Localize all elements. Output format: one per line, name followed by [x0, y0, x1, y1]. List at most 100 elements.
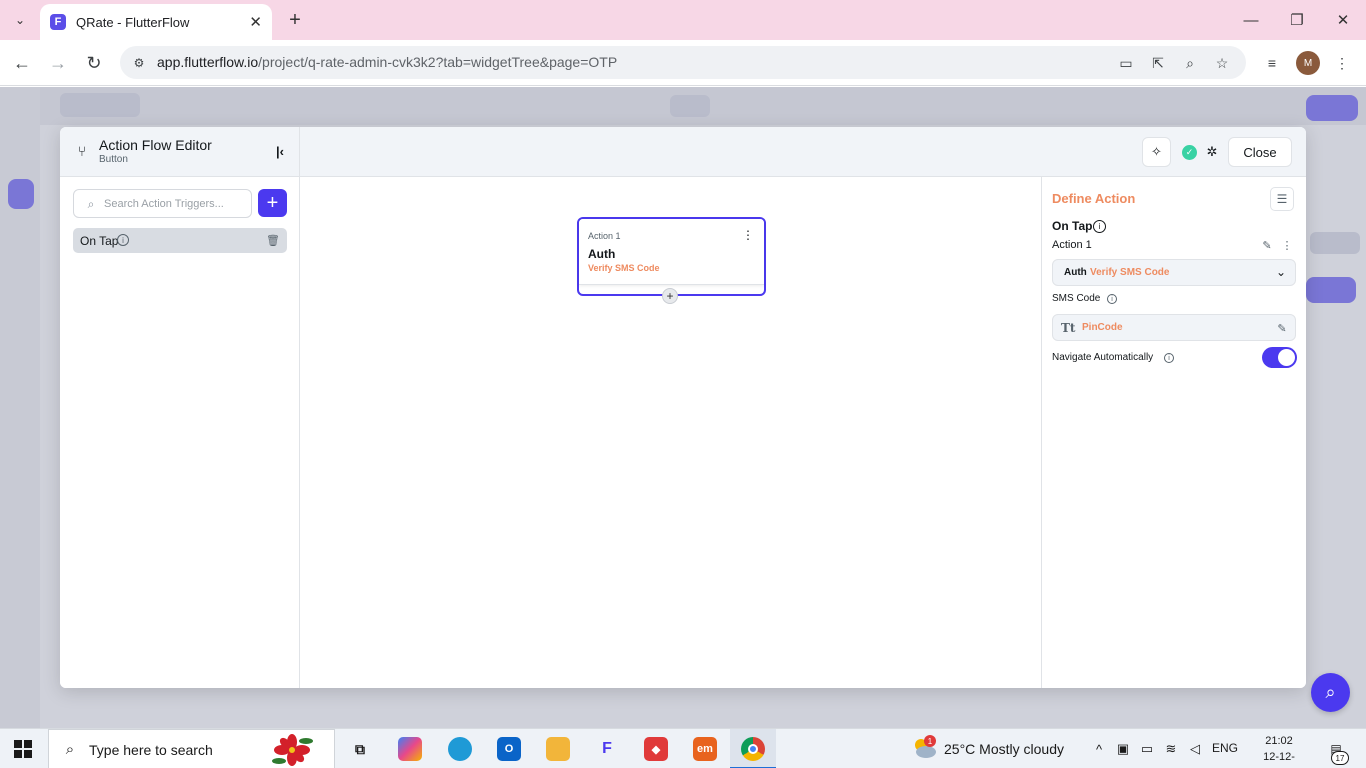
navigate-automatically-label: Navigate Automatically: [1052, 352, 1154, 363]
trash-icon[interactable]: 🗑: [266, 233, 280, 247]
dropdown-action-type: Auth: [1064, 267, 1087, 278]
browser-tab[interactable]: F QRate - FlutterFlow ✕: [40, 4, 272, 40]
file-explorer-icon[interactable]: [546, 737, 570, 761]
modal-header: ⑂ Action Flow Editor Button |‹ ✧ ✓ ✲ Clo…: [60, 127, 1306, 177]
app-ghost-block: [60, 93, 140, 117]
edge-browser-icon[interactable]: [448, 737, 472, 761]
show-hidden-icons-chevron-icon[interactable]: ^: [1090, 740, 1108, 758]
validation-check-icon[interactable]: ✓: [1182, 145, 1197, 160]
site-info-icon[interactable]: ⚙: [128, 52, 150, 74]
search-icon: ⌕: [87, 196, 95, 211]
chevron-down-icon: ⌄: [1275, 265, 1287, 279]
tab-search-chevron-icon[interactable]: ⌄: [8, 8, 32, 32]
battery-icon[interactable]: ▭: [1138, 740, 1156, 758]
chrome-icon[interactable]: [741, 737, 765, 761]
url-host: app.flutterflow.io: [157, 54, 259, 70]
outlook-icon[interactable]: O: [497, 737, 521, 761]
modal-title: Action Flow Editor: [99, 137, 212, 153]
app-ghost-button: [1306, 95, 1358, 121]
action-node[interactable]: Action 1 ⋮ Auth Verify SMS Code: [577, 217, 766, 296]
weather-alert-badge: 1: [924, 735, 936, 747]
anydesk-icon[interactable]: ◆: [644, 737, 668, 761]
trigger-item-on-tap[interactable]: On Tap i 🗑: [73, 228, 287, 253]
reload-icon[interactable]: ↻: [82, 51, 106, 75]
action-node-body: Action 1 ⋮ Auth Verify SMS Code: [579, 219, 764, 285]
task-view-icon[interactable]: ⧉: [348, 737, 372, 761]
navigate-automatically-toggle[interactable]: [1262, 347, 1297, 368]
action-flow-icon: ⑂: [77, 143, 87, 159]
debug-bug-icon[interactable]: ✲: [1203, 143, 1221, 161]
info-icon[interactable]: i: [117, 234, 129, 246]
trigger-label: On Tap: [80, 234, 119, 248]
trigger-heading: On Tap: [1052, 219, 1093, 233]
sms-code-field[interactable]: Tt PinCode ✎: [1052, 314, 1296, 341]
action-triggers-panel: ⌕ + On Tap i 🗑: [60, 177, 300, 688]
modal-subtitle: Button: [99, 154, 128, 165]
add-trigger-button[interactable]: +: [258, 189, 287, 217]
minimize-window-icon[interactable]: —: [1236, 8, 1266, 32]
windows-start-icon[interactable]: [14, 740, 32, 758]
address-bar[interactable]: ⚙ app.flutterflow.io/project/q-rate-admi…: [120, 46, 1246, 79]
wifi-icon[interactable]: ≋: [1162, 740, 1180, 758]
define-action-panel: Define Action ☰ On Tap i Action 1 ✎ ⋮ Au…: [1041, 177, 1306, 688]
close-button[interactable]: Close: [1228, 137, 1292, 167]
clock-date: 12-12-2024: [1263, 751, 1295, 768]
taskbar-search-text: Type here to search: [89, 742, 213, 758]
search-triggers-box[interactable]: ⌕: [73, 189, 252, 218]
search-triggers-input[interactable]: [104, 195, 244, 213]
language-indicator[interactable]: ENG: [1212, 741, 1238, 755]
restore-window-icon[interactable]: ❐: [1282, 8, 1312, 32]
camera-icon[interactable]: ▣: [1114, 740, 1132, 758]
forward-arrow-icon[interactable]: →: [46, 51, 70, 75]
volume-icon[interactable]: ◁: [1186, 740, 1204, 758]
add-next-action-button[interactable]: +: [662, 288, 678, 304]
text-type-icon: Tt: [1061, 321, 1076, 335]
info-icon[interactable]: i: [1164, 353, 1174, 363]
clock[interactable]: 21:02 12-12-2024: [1252, 733, 1306, 768]
action-type-dropdown[interactable]: Auth Verify SMS Code ⌄: [1052, 259, 1296, 286]
document-notes-icon[interactable]: ☰: [1270, 187, 1294, 211]
app-rail-active-item: [8, 179, 34, 209]
sms-code-label: SMS Code: [1052, 293, 1101, 304]
media-controls-icon[interactable]: ≡: [1260, 51, 1284, 75]
ai-assist-button[interactable]: ✧: [1142, 137, 1171, 167]
browser-menu-icon[interactable]: ⋮: [1330, 51, 1354, 75]
collapse-panel-icon[interactable]: |‹: [271, 142, 289, 160]
action-node-action: Verify SMS Code: [588, 263, 660, 273]
action-node-type: Auth: [588, 247, 616, 261]
url-text[interactable]: app.flutterflow.io/project/q-rate-admin-…: [157, 54, 617, 70]
flutterflow-favicon-icon: F: [50, 14, 66, 30]
zoom-icon[interactable]: ⌕: [1179, 52, 1201, 74]
clipboard-icon[interactable]: ▭: [1115, 52, 1137, 74]
edit-pencil-icon[interactable]: ✎: [1260, 238, 1274, 252]
edit-pencil-icon[interactable]: ✎: [1275, 321, 1289, 335]
bookmark-star-icon[interactable]: ☆: [1211, 52, 1233, 74]
ai-assist-icon: ✧: [1151, 144, 1162, 159]
info-icon[interactable]: i: [1107, 294, 1117, 304]
more-options-icon[interactable]: ⋮: [1280, 238, 1294, 252]
new-tab-plus-icon[interactable]: +: [283, 8, 307, 32]
browser-toolbar: ← → ↻ ⚙ app.flutterflow.io/project/q-rat…: [0, 40, 1366, 86]
close-tab-icon[interactable]: ✕: [249, 13, 262, 31]
info-icon[interactable]: i: [1093, 220, 1106, 233]
em-app-icon[interactable]: em: [693, 737, 717, 761]
toggle-knob: [1278, 349, 1295, 366]
copilot-icon[interactable]: [398, 737, 422, 761]
open-in-app-icon[interactable]: ⇱: [1147, 52, 1169, 74]
close-window-icon[interactable]: ✕: [1328, 8, 1358, 32]
app-ghost-block: [1310, 232, 1360, 254]
profile-avatar[interactable]: M: [1296, 51, 1320, 75]
back-arrow-icon[interactable]: ←: [10, 51, 34, 75]
action-node-label: Action 1: [588, 231, 621, 241]
dropdown-action-name: Verify SMS Code: [1090, 267, 1170, 278]
taskbar-search-box[interactable]: ⌕ Type here to search: [48, 729, 335, 768]
flutterflow-app-icon[interactable]: F: [595, 737, 619, 761]
clock-time: 21:02: [1265, 735, 1293, 747]
more-options-icon[interactable]: ⋮: [742, 228, 754, 242]
action-flow-canvas[interactable]: Action 1 ⋮ Auth Verify SMS Code +: [301, 177, 1041, 688]
search-icon: ⌕: [65, 740, 75, 758]
search-fab-icon[interactable]: ⌕: [1311, 673, 1350, 712]
weather-text[interactable]: 25°C Mostly cloudy: [944, 741, 1064, 757]
windows-taskbar: ⌕ Type here to search ⧉ O F ◆ em 1 25°C …: [0, 728, 1366, 768]
tab-title: QRate - FlutterFlow: [76, 14, 190, 30]
